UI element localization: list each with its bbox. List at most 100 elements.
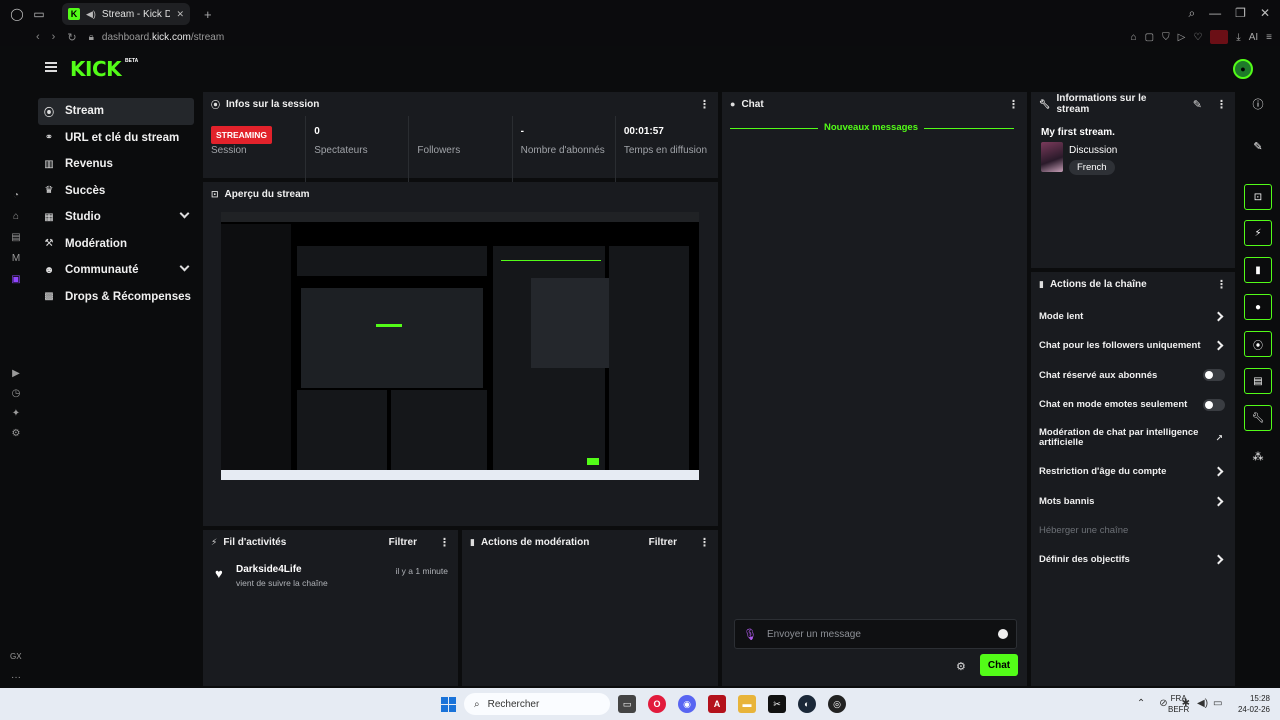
more-options-icon[interactable]: ⋮ — [1216, 278, 1227, 291]
download-icon[interactable]: ⤓ — [1236, 32, 1240, 43]
pin-icon[interactable]: ⌂ — [1131, 32, 1137, 43]
tab-manager-icon[interactable]: ▭ — [32, 7, 46, 21]
chat-settings-icon[interactable]: ⚙ — [956, 660, 966, 673]
avatar[interactable]: ● — [1233, 59, 1253, 79]
sidebar-item-url[interactable]: ⚭ URL et clé du stream — [38, 125, 194, 152]
stream-info-widget-icon[interactable]: 🔧︎ — [1244, 405, 1272, 431]
send-chat-button[interactable]: Chat — [980, 654, 1018, 676]
hamburger-menu-icon[interactable] — [45, 62, 57, 72]
task-view-icon[interactable]: ▭ — [618, 695, 636, 713]
gx-label[interactable]: GX — [10, 652, 22, 661]
restore-icon[interactable]: ❐ — [1235, 6, 1246, 21]
filter-button[interactable]: Filtrer — [389, 537, 417, 548]
info-icon[interactable]: ⓘ — [1244, 94, 1272, 114]
sidebar-item-studio[interactable]: ▦ Studio — [38, 204, 194, 231]
preview-widget-icon[interactable]: ⊡ — [1244, 184, 1272, 210]
windows-start-icon[interactable] — [441, 697, 456, 712]
taskbar-search[interactable]: ⌕ Rechercher — [464, 693, 610, 715]
steam-icon[interactable]: ◐ — [798, 695, 816, 713]
discord-icon[interactable]: ◉ — [678, 695, 696, 713]
more-options-icon[interactable]: ⋮ — [1008, 98, 1019, 111]
more-options-icon[interactable]: ⋮ — [699, 536, 710, 549]
play-icon[interactable]: ▷ — [1178, 32, 1186, 43]
forward-icon[interactable]: › — [52, 31, 56, 44]
chat-widget-icon[interactable]: ● — [1244, 294, 1272, 320]
heart-icon[interactable]: ♡ — [1193, 32, 1202, 43]
session-widget-icon[interactable]: ⦿ — [1244, 331, 1272, 357]
action-age-restriction[interactable]: Restriction d'âge du compte — [1031, 457, 1235, 486]
filter-button[interactable]: Filtrer — [649, 537, 677, 548]
emoji-icon[interactable] — [998, 629, 1008, 639]
action-slow-mode[interactable]: Mode lent — [1031, 302, 1235, 331]
emotes-only-toggle[interactable] — [1203, 398, 1225, 411]
settings-icon[interactable]: ⚙ — [12, 428, 21, 439]
app-red-icon[interactable]: A — [708, 695, 726, 713]
action-ai-moderation[interactable]: Modération de chat par intelligence arti… — [1031, 419, 1235, 457]
snapshot-icon[interactable]: ▢ — [1145, 32, 1154, 43]
kick-logo[interactable]: KICK — [70, 57, 122, 81]
url-field[interactable]: 🔒︎ dashboard.kick.com/stream — [89, 32, 225, 43]
obs-icon[interactable]: ◎ — [828, 695, 846, 713]
ai-icon[interactable]: AI — [1249, 32, 1258, 43]
sidebar-item-revenus[interactable]: ▥ Revenus — [38, 151, 194, 178]
edit-icon[interactable]: ✎ — [1244, 136, 1272, 156]
microphone-icon[interactable]: 🎙︎ — [743, 628, 757, 641]
more-options-icon[interactable]: ⋮ — [699, 98, 710, 111]
network-icon[interactable]: ⊘ — [1159, 698, 1167, 709]
minimize-icon[interactable]: — — [1209, 6, 1221, 21]
chat-message-input[interactable]: 🎙︎ Envoyer un message — [734, 619, 1017, 649]
action-followers-only[interactable]: Chat pour les followers uniquement — [1031, 331, 1235, 360]
activity-widget-icon[interactable]: ⚡ — [1244, 220, 1272, 246]
opera-gx-menu-icon[interactable]: ◯ — [10, 7, 24, 21]
new-tab-icon[interactable]: + — [204, 7, 212, 22]
twitch-icon[interactable]: ▣ — [11, 274, 20, 285]
speaker-icon[interactable]: ◀) — [86, 9, 96, 20]
shield-icon[interactable]: ⛉ — [1162, 32, 1170, 43]
more-icon[interactable]: ··· — [11, 672, 21, 683]
store-icon[interactable]: ⌂ — [13, 211, 19, 222]
new-messages-label[interactable]: Nouveaux messages — [818, 122, 924, 133]
sidebar-item-moderation[interactable]: ⚒ Modération — [38, 231, 194, 258]
gx-mods-icon[interactable]: M — [12, 253, 20, 264]
feed-username[interactable]: Darkside4Life — [236, 564, 302, 575]
channel-actions-widget-icon[interactable]: ▤ — [1244, 368, 1272, 394]
capcut-icon[interactable]: ✂ — [768, 695, 786, 713]
sidebar-item-label: Studio — [65, 211, 101, 224]
menu-icon[interactable]: ≡ — [1266, 32, 1272, 43]
more-options-icon[interactable]: ⋮ — [1216, 98, 1227, 111]
stat-label: Followers — [417, 145, 461, 156]
history-icon[interactable]: ◷ — [12, 388, 21, 399]
chevron-up-icon[interactable]: ⌃ — [1137, 698, 1145, 709]
speed-dial-icon[interactable]: ◔ — [13, 190, 19, 201]
sidebar-item-stream[interactable]: ⦿ Stream — [38, 98, 194, 125]
extensions-icon[interactable]: ✦ — [12, 408, 20, 419]
browser-tab[interactable]: K ◀) Stream - Kick Dashboa ✕ — [62, 3, 190, 25]
sidebar-item-drops[interactable]: ▩ Drops & Récompenses — [38, 284, 194, 311]
search-icon[interactable]: ⌕ — [1188, 6, 1195, 21]
close-tab-icon[interactable]: ✕ — [176, 9, 184, 20]
battery-icon[interactable]: ▭ — [1213, 698, 1222, 709]
subscribers-only-toggle[interactable] — [1203, 369, 1225, 382]
stream-category[interactable]: Discussion — [1069, 145, 1117, 156]
volume-icon[interactable]: ◀) — [1197, 698, 1208, 709]
back-icon[interactable]: ‹ — [36, 31, 40, 44]
player-icon[interactable]: ▶ — [12, 368, 20, 379]
action-set-goals[interactable]: Définir des objectifs — [1031, 545, 1235, 574]
tab-title: Stream - Kick Dashboa — [101, 8, 171, 20]
moderation-widget-icon[interactable]: ▮ — [1244, 257, 1272, 283]
reload-icon[interactable]: ↻ — [67, 31, 76, 44]
file-explorer-icon[interactable]: ▬ — [738, 695, 756, 713]
opera-gx-icon[interactable]: O — [648, 695, 666, 713]
keyboard-language[interactable]: FRA BEFR — [1168, 693, 1189, 715]
profile-thumb[interactable] — [1210, 30, 1229, 44]
sidebar-item-communaute[interactable]: ☻ Communauté — [38, 257, 194, 284]
edit-icon[interactable]: ✎ — [1193, 98, 1202, 111]
system-clock[interactable]: 15:28 24-02-26 — [1228, 693, 1270, 715]
news-icon[interactable]: ▤ — [11, 232, 20, 243]
sidebar-item-succes[interactable]: ♛ Succès — [38, 178, 194, 205]
action-banned-words[interactable]: Mots bannis — [1031, 486, 1235, 515]
add-widget-icon[interactable]: ⁂ — [1244, 446, 1272, 466]
more-options-icon[interactable]: ⋮ — [439, 536, 450, 549]
close-window-icon[interactable]: ✕ — [1260, 6, 1270, 21]
stream-preview-video[interactable] — [221, 212, 699, 480]
